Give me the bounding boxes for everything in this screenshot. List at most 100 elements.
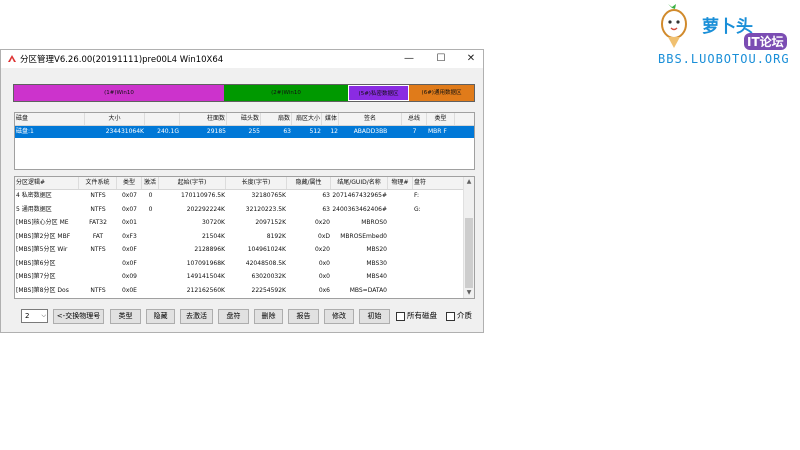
column-header[interactable]: 扇区大小 bbox=[292, 113, 322, 125]
hidden-attr-cell: 0x6 bbox=[318, 286, 330, 294]
partition-segment-5[interactable]: (5#)私密数据区 bbox=[348, 85, 409, 101]
delete-button[interactable]: 删除 bbox=[254, 309, 283, 324]
media-cell: 12 bbox=[330, 128, 338, 135]
type-button[interactable]: 类型 bbox=[110, 309, 141, 324]
column-header[interactable]: 结尾/GUID/名称 bbox=[331, 177, 388, 189]
column-header[interactable]: 总线 bbox=[402, 113, 427, 125]
column-header[interactable]: 磁盘 bbox=[15, 113, 85, 125]
partition-segment-label: (2#)Win10 bbox=[271, 90, 301, 96]
start-cell: 149141504K bbox=[186, 273, 225, 280]
modify-button[interactable]: 修改 bbox=[324, 309, 354, 324]
init-button[interactable]: 初始 bbox=[359, 309, 390, 324]
hidden-attr-cell: 0x20 bbox=[314, 219, 330, 226]
end-guid-cell: 2071467432965# bbox=[332, 192, 387, 199]
drive-letter-button[interactable]: 盘符 bbox=[218, 309, 249, 324]
disk-size-gb-cell: 240.1G bbox=[157, 128, 179, 135]
report-button[interactable]: 报告 bbox=[288, 309, 319, 324]
column-header[interactable] bbox=[145, 113, 180, 125]
active-cell bbox=[142, 271, 159, 283]
length-cell: 104961024K bbox=[247, 246, 286, 253]
all-disks-label: 所有磁盘 bbox=[407, 311, 437, 320]
physical-cell bbox=[388, 244, 413, 256]
length-cell: 63020032K bbox=[251, 273, 286, 280]
hidden-attr-cell: 0x20 bbox=[314, 246, 330, 253]
partition-table-row[interactable]: [MBS]第5分区 Wir NTFS 0x0F 2128896K 104961024K 0… bbox=[15, 244, 466, 256]
swap-physical-number-button[interactable]: <-交换物理号 bbox=[53, 309, 104, 324]
filesystem-cell: NTFS bbox=[90, 246, 106, 253]
disk-table-row[interactable]: 磁盘:1 234431064K 240.1G 29185 255 63 512 … bbox=[15, 126, 474, 138]
column-header[interactable]: 起始(字节) bbox=[159, 177, 226, 189]
partition-table-row[interactable]: [MBS]第8分区 Dos NTFS 0x0E 212162560K 22254592K… bbox=[15, 285, 466, 297]
partition-table-row[interactable]: [MBS]第6分区 0x0F 107091968K 42048508.5K 0x0 MBS… bbox=[15, 258, 466, 270]
type-cell: 0x09 bbox=[121, 273, 137, 280]
column-header[interactable]: 媒体 bbox=[322, 113, 339, 125]
minimize-button[interactable]: — bbox=[394, 50, 424, 68]
column-header[interactable]: 长度(字节) bbox=[226, 177, 287, 189]
start-cell: 2128896K bbox=[194, 246, 225, 253]
column-header[interactable]: 大小 bbox=[85, 113, 145, 125]
end-guid-cell: MBS30 bbox=[366, 259, 387, 267]
site-logo: 萝卜头 IT论坛 BBS.LUOBOTOU.ORG bbox=[640, 2, 800, 72]
disk-layout-bar: (1#)Win10 (2#)Win10 (5#)私密数据区 (6#)通用数据区 bbox=[13, 84, 475, 102]
close-button[interactable]: ✕ bbox=[456, 50, 486, 68]
partition-segment-6[interactable]: (6#)通用数据区 bbox=[409, 85, 474, 101]
length-cell: 22254592K bbox=[251, 286, 286, 294]
partition-table-row[interactable]: 5 通用数据区 NTFS 0x07 0 202292224K 32120223.5K 63 2… bbox=[15, 204, 466, 216]
scrollbar-thumb[interactable] bbox=[465, 218, 473, 288]
scroll-up-arrow-icon[interactable]: ▲ bbox=[464, 177, 474, 187]
partition-name-cell: [MBS]核心分区 ME bbox=[16, 219, 69, 226]
disk-number-value: 2 bbox=[25, 312, 30, 320]
disk-table: 磁盘 大小 柱面数 磁头数 扇数 扇区大小 媒体 签名 总线 类型 磁盘:1 2… bbox=[14, 112, 475, 170]
drive-letter-cell: G: bbox=[414, 205, 421, 213]
end-guid-cell: MBS40 bbox=[366, 273, 387, 280]
type-cell: 0x07 bbox=[121, 205, 137, 213]
partition-table-row[interactable]: [MBS]第2分区 MBF FAT 0xF3 21504K 8192K 0xD MBROSE… bbox=[15, 231, 466, 243]
filesystem-cell bbox=[79, 271, 117, 283]
partition-name-cell: 5 通用数据区 bbox=[16, 205, 52, 213]
start-cell: 212162560K bbox=[186, 286, 225, 294]
deactivate-button[interactable]: 去激活 bbox=[180, 309, 213, 324]
drive-letter-cell bbox=[413, 285, 466, 297]
partition-table-row[interactable]: [MBS]第7分区 0x09 149141504K 63020032K 0x0 MBS40 bbox=[15, 271, 466, 283]
hide-button[interactable]: 隐藏 bbox=[146, 309, 175, 324]
drive-letter-cell bbox=[413, 258, 466, 270]
length-cell: 2097152K bbox=[255, 219, 286, 226]
column-header[interactable]: 扇数 bbox=[261, 113, 292, 125]
column-header[interactable]: 盘符 bbox=[413, 177, 466, 189]
partition-segment-label: (1#)Win10 bbox=[104, 90, 134, 96]
active-cell bbox=[142, 231, 159, 243]
disk-size-cell: 234431064K bbox=[105, 128, 144, 135]
partition-table-row[interactable]: 4 私密数据区 NTFS 0x07 0 170110976.5K 32180765K 63 2… bbox=[15, 190, 466, 202]
scroll-down-arrow-icon[interactable]: ▼ bbox=[464, 288, 474, 298]
sector-size-cell: 512 bbox=[309, 128, 321, 135]
partition-table-row[interactable]: [MBS]核心分区 ME FAT32 0x01 30720K 2097152K 0x20 M… bbox=[15, 217, 466, 229]
type-cell: 0x0F bbox=[122, 246, 137, 253]
column-header[interactable]: 文件系统 bbox=[79, 177, 117, 189]
heads-cell: 255 bbox=[248, 128, 260, 135]
partition-segment-1[interactable]: (1#)Win10 bbox=[14, 85, 224, 101]
column-header[interactable]: 类型 bbox=[427, 113, 455, 125]
filesystem-cell: NTFS bbox=[90, 205, 106, 213]
column-header[interactable]: 物理# bbox=[388, 177, 413, 189]
end-guid-cell: MBS20 bbox=[366, 246, 387, 253]
column-header[interactable]: 签名 bbox=[339, 113, 402, 125]
media-checkbox[interactable] bbox=[446, 312, 455, 321]
partition-name-cell: [MBS]第2分区 MBF bbox=[16, 232, 71, 240]
column-header[interactable]: 磁头数 bbox=[227, 113, 261, 125]
column-header[interactable]: 激活 bbox=[142, 177, 159, 189]
column-header[interactable]: 类型 bbox=[117, 177, 142, 189]
disk-number-select[interactable]: 2 ⌵ bbox=[21, 309, 48, 323]
partition-table-scrollbar[interactable]: ▲ ▼ bbox=[463, 177, 474, 298]
column-header[interactable]: 分区逻辑# bbox=[15, 177, 79, 189]
drive-letter-cell bbox=[413, 244, 466, 256]
title-bar[interactable]: 分区管理V6.26.00(20191111)pre00L4 Win10X64 —… bbox=[1, 50, 483, 68]
length-cell: 8192K bbox=[266, 232, 286, 240]
partition-segment-label: (5#)私密数据区 bbox=[358, 91, 399, 97]
column-header[interactable]: 柱面数 bbox=[180, 113, 227, 125]
partition-segment-2[interactable]: (2#)Win10 bbox=[224, 85, 348, 101]
length-cell: 32120223.5K bbox=[245, 205, 286, 213]
all-disks-checkbox[interactable] bbox=[396, 312, 405, 321]
column-header[interactable]: 隐藏/属性 bbox=[287, 177, 331, 189]
start-cell: 202292224K bbox=[186, 205, 225, 213]
maximize-button[interactable]: ☐ bbox=[426, 50, 456, 68]
